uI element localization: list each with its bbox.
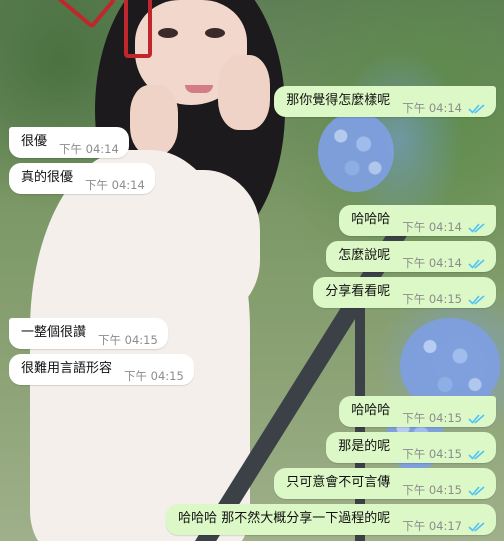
message-time: 下午 04:17 <box>402 519 462 533</box>
message-text: 那你覺得怎麼樣呢 <box>286 93 391 108</box>
eye-right <box>205 28 225 38</box>
eye-left <box>158 28 178 38</box>
message-time: 下午 04:14 <box>402 101 462 115</box>
red-frame-left <box>55 0 117 29</box>
red-frame-right <box>124 0 152 58</box>
message-time: 下午 04:14 <box>85 178 145 192</box>
message-bubble-incoming[interactable]: 很難用言語形容 下午 04:15 <box>9 354 194 385</box>
message-bubble-outgoing[interactable]: 哈哈哈 那不然大概分享一下過程的呢 下午 04:17 <box>166 504 496 535</box>
message-time: 下午 04:14 <box>402 256 462 270</box>
message-time: 下午 04:15 <box>98 333 158 347</box>
message-text: 哈哈哈 <box>351 212 391 227</box>
message-time: 下午 04:15 <box>402 292 462 306</box>
double-check-icon <box>468 449 486 460</box>
message-time: 下午 04:15 <box>402 447 462 461</box>
message-time: 下午 04:14 <box>402 220 462 234</box>
message-bubble-outgoing[interactable]: 怎麼說呢 下午 04:14 <box>326 241 496 272</box>
message-time: 下午 04:14 <box>59 142 119 156</box>
message-bubble-outgoing[interactable]: 只可意會不可言傳 下午 04:15 <box>274 468 496 499</box>
double-check-icon <box>468 294 486 305</box>
message-bubble-outgoing[interactable]: 哈哈哈 下午 04:15 <box>339 396 496 427</box>
message-bubble-outgoing[interactable]: 那你覺得怎麼樣呢 下午 04:14 <box>274 86 496 117</box>
message-bubble-incoming[interactable]: 很優 下午 04:14 <box>9 127 129 158</box>
message-text: 分享看看呢 <box>325 284 391 299</box>
message-text: 只可意會不可言傳 <box>286 475 391 490</box>
message-text: 哈哈哈 <box>351 403 391 418</box>
mouth-shape <box>185 85 213 93</box>
message-time: 下午 04:15 <box>402 483 462 497</box>
message-text: 一整個很讚 <box>21 325 87 340</box>
double-check-icon <box>468 413 486 424</box>
message-bubble-outgoing[interactable]: 分享看看呢 下午 04:15 <box>313 277 496 308</box>
double-check-icon <box>468 521 486 532</box>
message-text: 真的很優 <box>21 170 74 185</box>
message-bubble-outgoing[interactable]: 哈哈哈 下午 04:14 <box>339 205 496 236</box>
message-bubble-outgoing[interactable]: 那是的呢 下午 04:15 <box>326 432 496 463</box>
message-time: 下午 04:15 <box>124 369 184 383</box>
double-check-icon <box>468 485 486 496</box>
message-text: 哈哈哈 那不然大概分享一下過程的呢 <box>178 511 391 526</box>
message-text: 很優 <box>21 134 48 149</box>
message-text: 那是的呢 <box>338 439 391 454</box>
message-text: 怎麼說呢 <box>338 248 391 263</box>
message-bubble-incoming[interactable]: 真的很優 下午 04:14 <box>9 163 155 194</box>
double-check-icon <box>468 222 486 233</box>
message-bubble-incoming[interactable]: 一整個很讚 下午 04:15 <box>9 318 168 349</box>
hand-left <box>130 85 178 155</box>
message-text: 很難用言語形容 <box>21 361 113 376</box>
hydrangea-upper <box>318 112 394 192</box>
message-time: 下午 04:15 <box>402 411 462 425</box>
double-check-icon <box>468 258 486 269</box>
double-check-icon <box>468 103 486 114</box>
hand-right <box>218 55 270 130</box>
